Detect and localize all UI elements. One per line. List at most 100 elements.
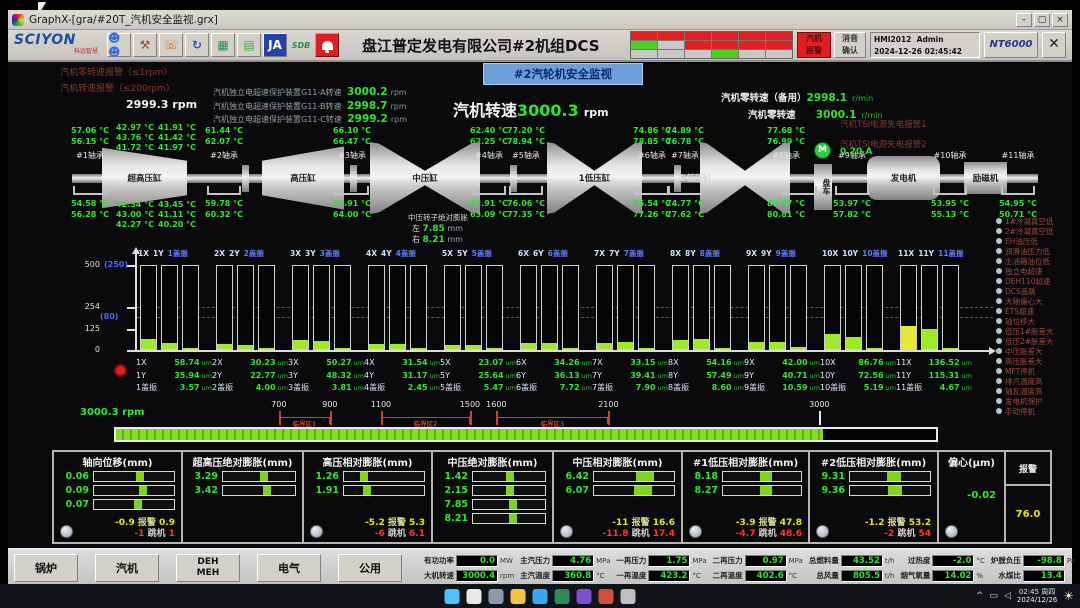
uhp-metal-temp: 42.97 °C	[114, 123, 154, 132]
alarm-summary-grid[interactable]	[630, 31, 793, 59]
panel-value: 8.18	[685, 471, 718, 482]
trip-list-item: 主油箱油位低	[996, 256, 1072, 266]
limit-text: -1.2	[865, 518, 885, 528]
bar-label: 8X	[670, 249, 681, 258]
bearing-bracket	[783, 186, 817, 195]
trip-list-item: MFT停机	[996, 366, 1072, 376]
users-icon[interactable]: ☻☻	[107, 33, 131, 57]
app-purple-icon[interactable]	[577, 589, 592, 604]
user-name: Admin	[917, 35, 944, 44]
nav-button-公用[interactable]: 公用	[338, 554, 402, 582]
bar-group-labels: 10X10Y10盖振	[822, 248, 892, 259]
toolbar-close-icon[interactable]: ✕	[1042, 32, 1066, 58]
minimize-button[interactable]: –	[1016, 13, 1032, 27]
vibration-readout-row: 9盖振10.59um	[744, 382, 820, 395]
nav-button-label: 公用	[339, 563, 401, 574]
parameter-unit: MPa	[789, 557, 803, 565]
bar-label: 2Y	[229, 249, 240, 258]
alarm-ack-button[interactable]: 消音 确认	[834, 32, 866, 58]
tools-icon[interactable]: ⚒	[133, 33, 157, 57]
readout-name: 7盖振	[592, 382, 619, 394]
alarm-bell-icon[interactable]	[315, 33, 339, 57]
panel-bar-marker	[506, 472, 514, 481]
limit-text: 跳机	[632, 529, 650, 539]
limit-text: 跳机	[388, 529, 406, 539]
vibration-readout-column: 2X30.23um2Y22.77um2盖振4.00um	[212, 357, 288, 395]
start-icon[interactable]	[445, 589, 460, 604]
vibration-readout-column: 9X42.00um9Y40.71um9盖振10.59um	[744, 357, 820, 395]
uhp-metal-temp: 41.11 °C	[156, 210, 196, 219]
readout-name: 9X	[744, 357, 771, 369]
search-icon[interactable]	[467, 589, 482, 604]
panel-title: #1低压相对膨胀(mm)	[683, 454, 808, 469]
app-red-icon[interactable]	[599, 589, 614, 604]
edge-icon[interactable]	[533, 589, 548, 604]
nav-button-汽机[interactable]: 汽机	[95, 554, 159, 582]
uhp-metal-temp: 41.91 °C	[156, 123, 196, 132]
app-green-icon[interactable]	[555, 589, 570, 604]
nav-button-电气[interactable]: 电气	[257, 554, 321, 582]
turbine-alarm-button[interactable]: 汽机 报警	[797, 32, 831, 58]
logbook-icon[interactable]: ▤	[237, 33, 261, 57]
taskbar-clock[interactable]: 02:45 周四 2024/12/26	[1017, 588, 1057, 605]
bar-group-labels: 6X6Y6盖振	[518, 248, 572, 259]
vibration-readout-column: 8X54.16um8Y57.49um8盖振8.60um	[668, 357, 744, 395]
close-button[interactable]: ×	[1052, 13, 1068, 27]
readout-value: 57.49	[695, 370, 732, 382]
gauge-tick-label: 1600	[476, 400, 516, 409]
panel-limits: -5.2 报警 5.3-6 跳机 6.1	[365, 518, 425, 540]
readout-unit: um	[582, 383, 592, 395]
readout-value: 7.90	[619, 382, 656, 394]
x-axis	[129, 350, 989, 352]
explorer-icon[interactable]	[511, 589, 526, 604]
ip-rotor-text: 左	[412, 224, 420, 233]
bearing-bracket	[509, 186, 543, 195]
taskview-icon[interactable]	[489, 589, 504, 604]
maximize-button[interactable]: ▢	[1034, 13, 1050, 27]
settings-gear-icon[interactable]: ☀	[1063, 589, 1074, 603]
readout-value: 58.74	[163, 357, 200, 369]
vibration-bar-fill	[563, 348, 578, 349]
overspeed-label: 汽机独立电超速保护装置G11-B转速	[213, 101, 341, 112]
panel-limits: -1.2 报警 53.2-2 跳机 54	[865, 518, 931, 540]
panel-bar-marker	[887, 472, 901, 481]
operator-station-icon[interactable]: ☏	[159, 33, 183, 57]
app-gray-icon[interactable]	[621, 589, 636, 604]
sdb-icon[interactable]: SDB	[289, 33, 313, 57]
limit-text: 0.9	[159, 518, 175, 528]
overspeed-unit: rpm	[391, 88, 407, 97]
y-tick-label: 125	[60, 324, 100, 333]
parameter-row: 总燃料量43.52t/h	[805, 553, 895, 568]
readout-value: 7.72	[543, 382, 580, 394]
sync-icon[interactable]: ↻	[185, 33, 209, 57]
limit-text: 53.2	[909, 518, 931, 528]
page-title-badge: #2汽轮机安全监视	[483, 63, 643, 85]
vibration-bar-fill	[542, 343, 557, 349]
y-tick-label: 0	[60, 345, 100, 354]
trip-condition-list: 1#冷凝真空低2#冷凝真空低EH油压低润滑油压力低主油箱油位低独立电超速DEH1…	[996, 216, 1072, 416]
parameter-unit: %	[976, 572, 983, 580]
readout-value: 48.32	[315, 370, 352, 382]
y-tick-mark	[127, 350, 135, 352]
trip-list-item: 中压胀差大	[996, 346, 1072, 356]
readout-value: 2.45	[391, 382, 428, 394]
tray-volume-icon[interactable]: ◁	[1004, 591, 1011, 601]
readout-unit: um	[962, 358, 972, 370]
trip-list-item: 轴位移大	[996, 316, 1072, 326]
nav-button-锅炉[interactable]: 锅炉	[14, 554, 78, 582]
vibration-bar-fill	[846, 337, 861, 349]
bearing-bracket	[668, 186, 702, 195]
panel-title: 轴向位移(mm)	[54, 454, 181, 469]
bar-label: 6Y	[533, 249, 544, 258]
panel-bar-row: 1.42	[433, 469, 552, 483]
parameter-label: 烟气氧量	[896, 570, 930, 581]
tray-chevron-icon[interactable]: ^	[976, 591, 984, 601]
nav-button-DEH[interactable]: DEHMEH	[176, 554, 240, 582]
bearing-temp-bottom: 60.32 °C	[192, 210, 256, 219]
limit-text: -0.9 报警 0.9	[115, 518, 175, 529]
bearing-temp-bottom: 63.91 °C	[320, 199, 384, 208]
trip-lamp-icon	[996, 228, 1002, 234]
tray-network-icon[interactable]: ▭	[989, 591, 998, 601]
monitor-icon[interactable]: ▦	[211, 33, 235, 57]
ja-icon[interactable]: JA	[263, 33, 287, 57]
